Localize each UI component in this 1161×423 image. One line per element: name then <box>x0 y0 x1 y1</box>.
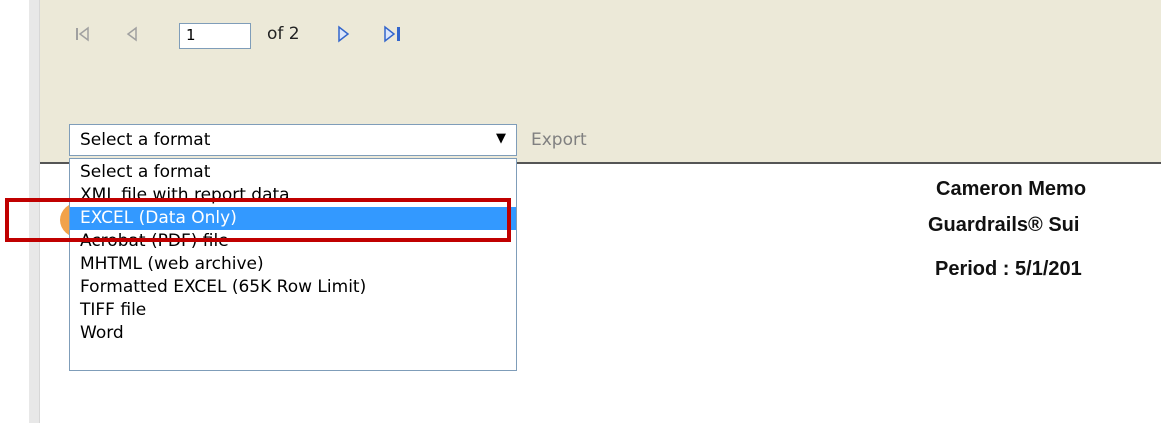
format-option[interactable]: Select a format <box>70 161 516 184</box>
next-page-icon[interactable] <box>334 24 352 44</box>
format-option-selected[interactable]: EXCEL (Data Only) <box>70 207 516 230</box>
format-option[interactable]: XML file with report data <box>70 184 516 207</box>
report-toolbar: 1 of 2 Select a format ▼ Export <box>40 0 1161 164</box>
page-number-input[interactable]: 1 <box>179 23 251 49</box>
export-button[interactable]: Export <box>531 130 587 150</box>
first-page-icon[interactable] <box>74 24 92 44</box>
previous-page-icon[interactable] <box>124 24 142 44</box>
format-option[interactable]: Formatted EXCEL (65K Row Limit) <box>70 276 516 299</box>
format-option[interactable]: TIFF file <box>70 299 516 322</box>
last-page-icon[interactable] <box>382 24 400 44</box>
export-format-select[interactable]: Select a format ▼ <box>69 124 517 156</box>
left-scroll-gutter <box>29 0 40 423</box>
export-format-value: Select a format <box>80 130 211 150</box>
report-viewer: 1 of 2 Select a format ▼ Export n Camero… <box>0 0 1161 423</box>
format-option[interactable]: MHTML (web archive) <box>70 253 516 276</box>
chevron-down-icon[interactable]: ▼ <box>496 131 506 146</box>
report-period: Period : 5/1/201 <box>935 258 1082 280</box>
export-format-dropdown-list[interactable]: Select a format XML file with report dat… <box>69 158 517 371</box>
format-option[interactable]: Acrobat (PDF) file <box>70 230 516 253</box>
format-option[interactable]: Word <box>70 322 516 345</box>
report-title-line-2: Guardrails® Sui <box>928 214 1080 236</box>
page-count-label: of 2 <box>267 24 300 44</box>
report-title-line-1: Cameron Memo <box>936 178 1087 200</box>
